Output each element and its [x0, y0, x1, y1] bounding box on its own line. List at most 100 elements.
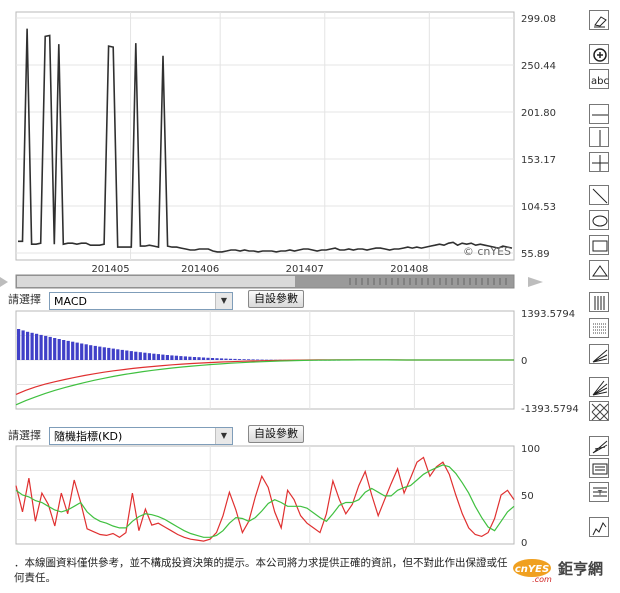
cnyes-logo: cnYES .com 鉅亨網 [512, 556, 616, 584]
price-chart: 299.08 250.44 201.80 153.17 104.53 55.89 2014… [0, 11, 556, 289]
macd-histogram-bar [120, 349, 124, 360]
macd-histogram-bar [93, 345, 97, 360]
vertical-line-tool-button[interactable] [589, 127, 609, 147]
cnyes-logo-image: cnYES .com 鉅亨網 [513, 559, 603, 584]
kd-y-tick-label: 0 [521, 538, 527, 549]
scroll-left-arrow[interactable] [0, 277, 8, 287]
macd-y-ticks: 1393.5794 0 -1393.5794 [521, 309, 579, 415]
macd-histogram-bar [256, 359, 260, 361]
fan-lines-tool-button[interactable] [589, 436, 609, 456]
gann-fan-icon [592, 380, 608, 396]
price-plot-area [15, 11, 515, 261]
macd-histogram-bar [48, 336, 52, 360]
scroll-thumb[interactable] [17, 276, 295, 287]
horizontal-line-icon [592, 114, 608, 116]
text-box-tool-button[interactable]: T [589, 482, 609, 502]
macd-histogram-bar [107, 347, 111, 360]
macd-histogram-bar [242, 359, 246, 360]
macd-histogram-bar [17, 329, 21, 360]
rectangle-tool-button[interactable] [589, 235, 609, 255]
text-box-icon: T [593, 487, 607, 497]
trend-line-tool-button[interactable] [589, 185, 609, 205]
macd-histogram-bar [138, 352, 142, 360]
svg-text:abc: abc [591, 76, 609, 87]
macd-histogram-bar [57, 339, 61, 360]
zoom-in-tool-button[interactable] [589, 44, 609, 64]
fibonacci-tool-button[interactable] [589, 318, 609, 338]
macd-histogram-bar [179, 356, 183, 360]
macd-histogram-bar [75, 342, 79, 360]
price-y-tick-label: 55.89 [521, 249, 550, 260]
macd-histogram-bar [129, 351, 133, 360]
eraser-tool-button[interactable] [589, 10, 609, 30]
macd-histogram-bar [35, 333, 39, 360]
macd-histogram-bar [237, 359, 242, 360]
pattern-tool-button[interactable] [589, 401, 609, 421]
macd-histogram-bar [84, 344, 88, 360]
mark-icon [592, 522, 607, 536]
macd-histogram-bar [219, 358, 224, 360]
crosshair-tool-button[interactable] [589, 152, 609, 172]
rectangle-icon [592, 240, 608, 252]
macd-histogram-bar [71, 341, 75, 360]
fan-lines-icon [592, 440, 608, 454]
time-scrollbar[interactable] [0, 274, 543, 289]
svg-text:T: T [597, 489, 603, 497]
macd-histogram-bar [102, 347, 106, 360]
macd-histogram-bar [30, 332, 34, 360]
price-y-tick-label: 153.17 [521, 155, 556, 166]
horizontal-line-tool-button[interactable] [589, 104, 609, 124]
text-tool-button[interactable]: abc [589, 69, 609, 89]
kd-y-tick-label: 100 [521, 444, 540, 455]
macd-histogram-bar [174, 355, 178, 360]
trend-line-icon [592, 188, 608, 204]
macd-histogram-bar [125, 350, 129, 360]
triangle-icon [592, 265, 608, 277]
disclaimer-text: ．本線圖資料僅供參考，並不構成投資決策的提示。本公司將力求提供正確的資訊，但不對… [14, 557, 508, 584]
macd-y-tick-label: -1393.5794 [521, 404, 579, 415]
macd-histogram-bar [247, 359, 251, 360]
macd-histogram-bar [26, 331, 30, 360]
svg-text:.com: .com [532, 575, 552, 584]
svg-text:cnYES: cnYES [515, 564, 549, 575]
macd-y-tick-label: 1393.5794 [521, 309, 575, 320]
eraser-icon [594, 16, 607, 28]
scroll-right-arrow[interactable] [528, 277, 543, 287]
macd-histogram-bar [228, 358, 233, 360]
channel-tool-button[interactable] [589, 458, 609, 478]
channel-icon [592, 463, 608, 475]
macd-histogram-bar [210, 358, 215, 360]
macd-histogram-bar [170, 355, 174, 360]
macd-histogram-bar [197, 357, 201, 360]
macd-histogram-bar [111, 348, 115, 360]
gann-fan-tool-button[interactable] [589, 377, 609, 397]
vertical-line-icon [599, 130, 601, 146]
macd-histogram-bar [44, 335, 48, 360]
triangle-tool-button[interactable] [589, 260, 609, 280]
chart-app: 299.08 250.44 201.80 153.17 104.53 55.89 2014… [0, 0, 620, 593]
macd-histogram-bar [156, 354, 160, 360]
price-x-ticks: 201405 201406 201407 201408 [91, 264, 428, 275]
macd-histogram-bar [183, 356, 187, 360]
ellipse-tool-button[interactable] [589, 210, 609, 230]
price-y-ticks: 299.08 250.44 201.80 153.17 104.53 55.89 [521, 14, 556, 260]
macd-histogram-bar [143, 352, 147, 360]
crosshair-icon [592, 155, 608, 171]
pattern-icon [591, 403, 609, 421]
macd-histogram-bar [161, 354, 165, 360]
kd-y-tick-label: 50 [521, 491, 534, 502]
price-x-tick-label: 201407 [286, 264, 324, 275]
macd-histogram-bar [147, 353, 151, 360]
kd-chart: 100 50 0 [15, 444, 540, 549]
macd-histogram-bar [201, 357, 206, 360]
macd-histogram-bar [206, 357, 210, 360]
macd-chart: 1393.5794 0 -1393.5794 [15, 309, 579, 415]
speed-fan-tool-button[interactable] [589, 344, 609, 364]
mark-tool-button[interactable] [589, 517, 609, 537]
price-y-tick-label: 104.53 [521, 202, 556, 213]
price-y-tick-label: 250.44 [521, 61, 556, 72]
vertical-grid-tool-button[interactable] [589, 292, 609, 312]
macd-histogram-bar [62, 340, 66, 360]
macd-histogram-bar [215, 358, 219, 360]
macd-histogram-bar [251, 359, 255, 360]
